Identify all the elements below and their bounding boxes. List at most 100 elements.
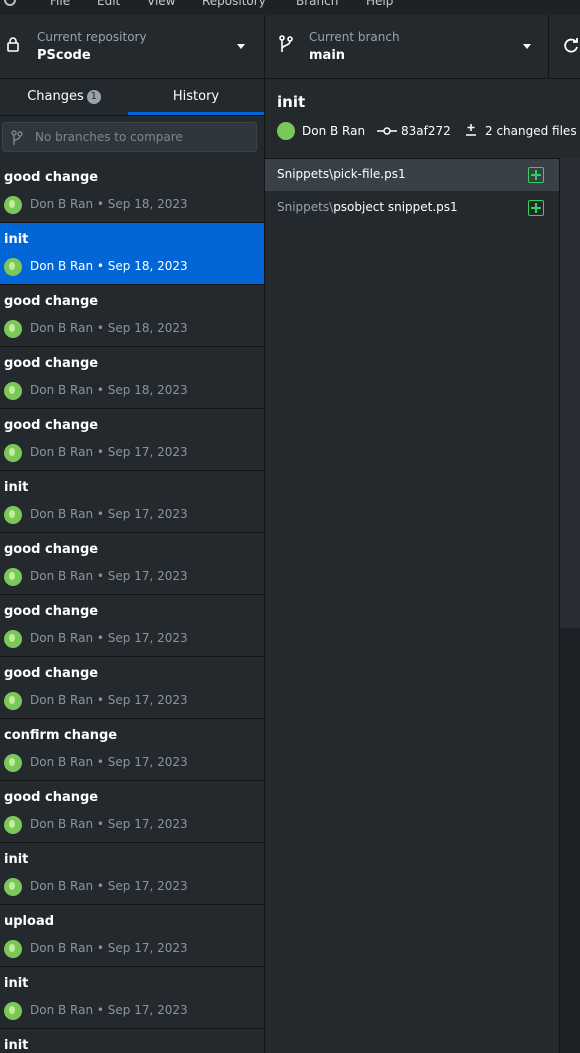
commit-item[interactable]: init Don B Ran • Sep 17, 2023 (0, 471, 264, 533)
commit-item[interactable]: init Don B Ran • Sep 17, 2023 (0, 843, 264, 905)
repository-label: Current repository (37, 30, 147, 44)
menu-edit[interactable]: Edit (97, 0, 120, 8)
commit-title: good change (4, 356, 99, 371)
commit-item[interactable]: good change Don B Ran • Sep 18, 2023 (0, 161, 264, 223)
file-added-icon (528, 200, 544, 216)
commit-meta: Don B Ran • Sep 17, 2023 (30, 817, 188, 831)
menu-view[interactable]: View (147, 0, 175, 8)
file-row-selected[interactable]: Snippets\pick-file.ps1 (265, 159, 559, 191)
file-path: Snippets\pick-file.ps1 (277, 167, 406, 181)
avatar (4, 320, 22, 338)
tab-history[interactable]: History (128, 79, 264, 115)
commit-item[interactable]: good change Don B Ran • Sep 17, 2023 (0, 533, 264, 595)
commit-icon (377, 127, 397, 135)
file-added-icon (528, 167, 544, 183)
commit-meta: Don B Ran • Sep 17, 2023 (30, 879, 188, 893)
diff-view-strip (560, 158, 580, 1053)
commit-meta: Don B Ran • Sep 18, 2023 (30, 197, 188, 211)
menu-bar: File Edit View Repository Branch Help (0, 0, 580, 15)
commit-meta: Don B Ran • Sep 17, 2023 (30, 631, 188, 645)
commit-title: good change (4, 294, 99, 309)
branch-compare-placeholder: No branches to compare (35, 130, 183, 144)
commit-title: good change (4, 542, 99, 557)
commit-meta: Don B Ran • Sep 17, 2023 (30, 507, 188, 521)
commit-item[interactable]: good change Don B Ran • Sep 18, 2023 (0, 285, 264, 347)
commit-title: good change (4, 790, 99, 805)
branch-dropdown[interactable]: Current branch main (265, 15, 549, 78)
avatar (4, 506, 22, 524)
commit-item[interactable]: good change Don B Ran • Sep 18, 2023 (0, 347, 264, 409)
commit-item[interactable]: good change Don B Ran • Sep 17, 2023 (0, 595, 264, 657)
commit-meta: Don B Ran • Sep 18, 2023 (30, 321, 188, 335)
tab-history-label: History (172, 89, 220, 104)
commit-item[interactable]: good change Don B Ran • Sep 17, 2023 (0, 409, 264, 471)
repository-dropdown[interactable]: Current repository PScode (0, 15, 265, 78)
branch-compare-input[interactable]: No branches to compare (2, 122, 257, 152)
commit-title: upload (4, 914, 55, 929)
lock-icon (7, 37, 19, 52)
menu-repository[interactable]: Repository (202, 0, 266, 8)
commit-meta: Don B Ran • Sep 17, 2023 (30, 1003, 188, 1017)
avatar (4, 382, 22, 400)
commit-list: good change Don B Ran • Sep 18, 2023 init… (0, 161, 264, 1053)
chevron-down-icon (523, 44, 531, 49)
repository-name: PScode (37, 48, 91, 63)
menu-branch[interactable]: Branch (296, 0, 338, 8)
sync-icon (564, 38, 578, 53)
commit-title: init (4, 852, 29, 867)
github-icon (4, 0, 16, 6)
branch-icon (11, 130, 23, 145)
commit-title: good change (4, 666, 99, 681)
diff-icon (466, 124, 476, 136)
avatar (4, 816, 22, 834)
commit-title: confirm change (4, 728, 118, 743)
history-sidebar: Changes 1 History No branches to compare … (0, 79, 265, 1053)
file-row[interactable]: Snippets\psobject snippet.ps1 (265, 192, 559, 224)
commit-meta: Don B Ran • Sep 18, 2023 (30, 383, 188, 397)
commit-title: init (4, 480, 29, 495)
commit-item[interactable]: upload Don B Ran • Sep 17, 2023 (0, 905, 264, 967)
avatar (4, 940, 22, 958)
commit-meta: Don B Ran • Sep 17, 2023 (30, 755, 188, 769)
commit-meta: Don B Ran • Sep 18, 2023 (30, 259, 188, 273)
commit-item[interactable]: confirm change Don B Ran • Sep 17, 2023 (0, 719, 264, 781)
file-path: Snippets\psobject snippet.ps1 (277, 200, 458, 214)
changed-files-count: 2 changed files (485, 124, 577, 138)
avatar (4, 630, 22, 648)
commit-item[interactable]: good change Don B Ran • Sep 17, 2023 (0, 781, 264, 843)
commit-meta: Don B Ran • Sep 17, 2023 (30, 941, 188, 955)
menu-file[interactable]: File (50, 0, 70, 8)
commit-detail-pane: init Don B Ran 83af272 2 changed files S… (265, 79, 580, 1053)
avatar (4, 444, 22, 462)
avatar (4, 1002, 22, 1020)
commit-title: good change (4, 418, 99, 433)
fetch-button[interactable] (549, 15, 580, 78)
avatar (4, 754, 22, 772)
commit-title: init (4, 232, 29, 247)
commit-item[interactable]: good change Don B Ran • Sep 17, 2023 (0, 657, 264, 719)
changed-files-list: Snippets\pick-file.ps1 Snippets\psobject… (265, 158, 560, 1053)
avatar (4, 258, 22, 276)
branch-name: main (309, 48, 346, 63)
commit-author: Don B Ran (302, 124, 366, 138)
branch-label: Current branch (309, 30, 400, 44)
commit-meta: Don B Ran • Sep 17, 2023 (30, 693, 188, 707)
commit-meta: Don B Ran • Sep 17, 2023 (30, 445, 188, 459)
changes-count-badge: 1 (86, 89, 101, 104)
commit-item-selected[interactable]: init Don B Ran • Sep 18, 2023 (0, 223, 264, 285)
commit-meta: Don B Ran • Sep 17, 2023 (30, 569, 188, 583)
commit-title: init (4, 976, 29, 991)
diff-view-area (560, 158, 580, 628)
commit-sha[interactable]: 83af272 (401, 124, 451, 138)
commit-title: good change (4, 604, 99, 619)
avatar (4, 878, 22, 896)
commit-title: good change (4, 170, 99, 185)
commit-item[interactable]: init Don B Ran • Sep 17, 2023 (0, 967, 264, 1029)
branch-icon (279, 35, 293, 52)
tab-changes[interactable]: Changes 1 (0, 79, 128, 115)
avatar (4, 692, 22, 710)
menu-help[interactable]: Help (366, 0, 393, 8)
toolbar: Current repository PScode Current branch… (0, 15, 580, 79)
commit-item[interactable]: init (0, 1029, 264, 1053)
tab-changes-label: Changes (27, 89, 84, 104)
